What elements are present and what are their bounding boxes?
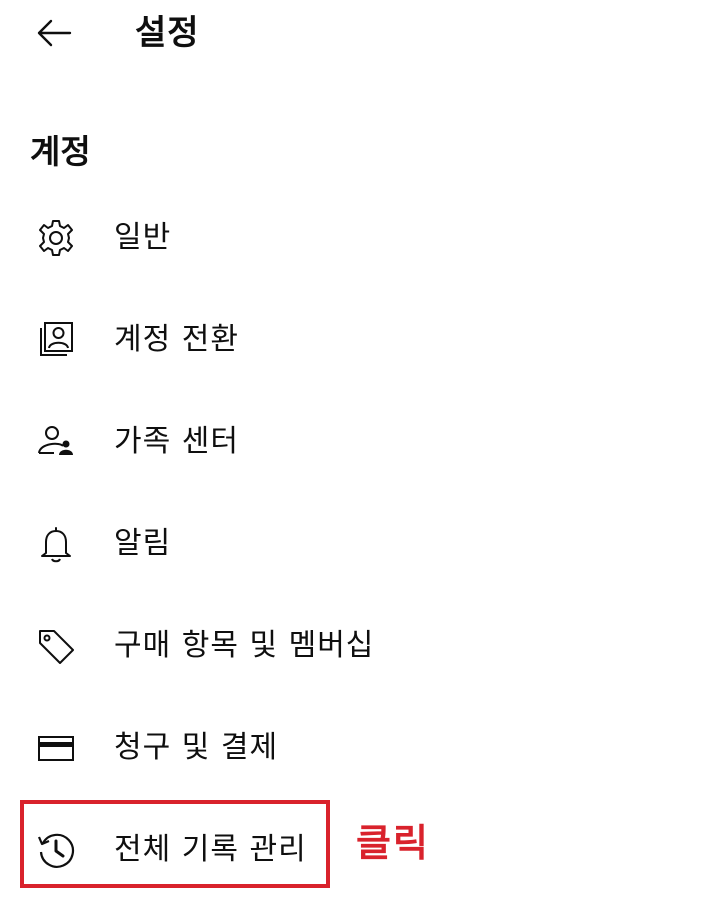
menu-item-label: 가족 센터	[114, 424, 239, 459]
menu-item-billing-payments[interactable]: 청구 및 결제	[0, 697, 720, 799]
menu-item-label: 구매 항목 및 멤버십	[114, 628, 375, 663]
menu-item-purchases-memberships[interactable]: 구매 항목 및 멤버십	[0, 595, 720, 697]
credit-card-icon	[36, 728, 76, 768]
switch-account-icon	[36, 320, 76, 360]
tag-icon	[36, 626, 76, 666]
menu-item-label: 알림	[114, 526, 172, 561]
menu-item-label: 계정 전환	[114, 322, 239, 357]
top-bar: 설정	[0, 0, 720, 66]
section-title: 계정	[30, 132, 91, 171]
back-button[interactable]	[34, 13, 74, 53]
page-title: 설정	[135, 13, 200, 53]
bell-icon	[36, 524, 76, 564]
arrow-left-icon	[36, 18, 72, 48]
family-center-icon	[36, 422, 76, 462]
history-icon	[36, 830, 76, 870]
menu-item-label: 청구 및 결제	[114, 730, 279, 765]
menu-item-switch-account[interactable]: 계정 전환	[0, 289, 720, 391]
menu-item-family-center[interactable]: 가족 센터	[0, 391, 720, 493]
menu-item-label: 일반	[114, 220, 172, 255]
menu-item-label: 전체 기록 관리	[114, 832, 307, 867]
menu-item-general[interactable]: 일반	[0, 187, 720, 289]
click-annotation: 클릭	[356, 821, 430, 865]
menu-item-notifications[interactable]: 알림	[0, 493, 720, 595]
gear-icon	[36, 218, 76, 258]
